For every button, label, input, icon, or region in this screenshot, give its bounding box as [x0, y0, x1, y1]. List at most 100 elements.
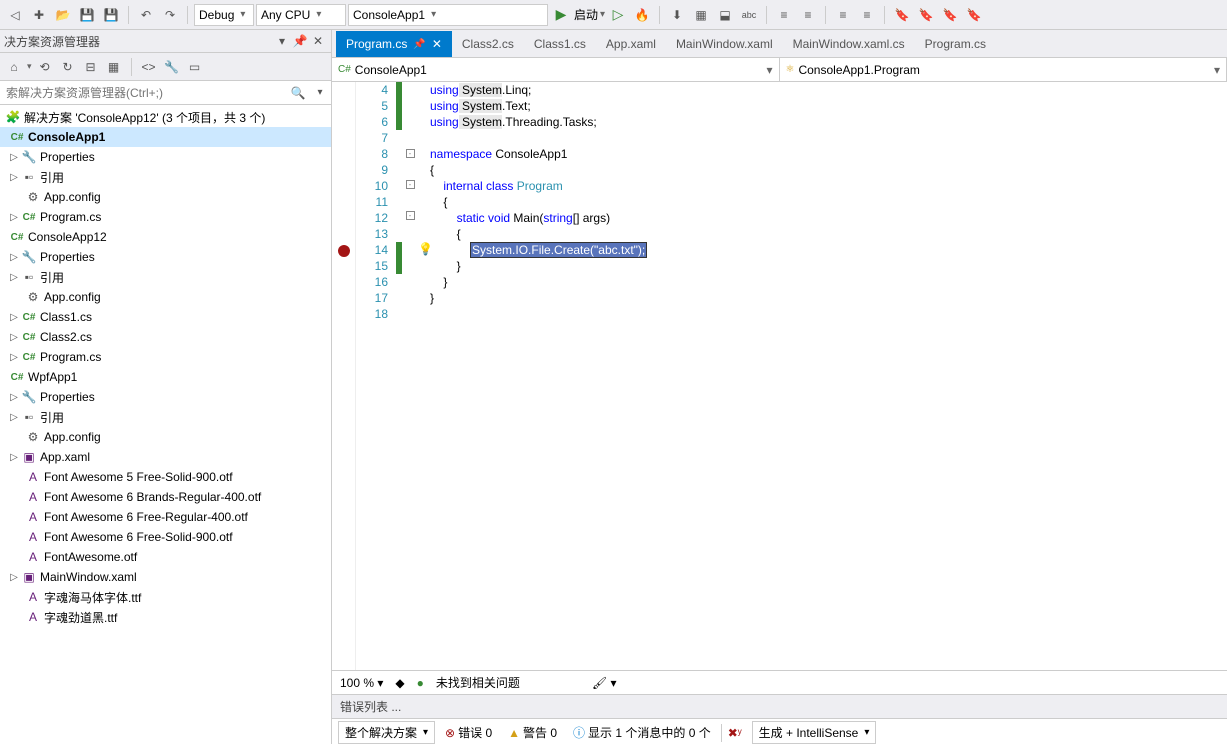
collapse-icon[interactable]: ⊟	[81, 57, 101, 77]
tab-class1[interactable]: Class1.cs	[524, 31, 596, 57]
breakpoint-icon[interactable]	[338, 245, 350, 257]
error-lens-icon[interactable]: ◆	[395, 676, 404, 690]
tree-properties[interactable]: ▷🔧Properties	[0, 247, 331, 267]
zoom-dropdown[interactable]: 100 % ▾	[340, 676, 383, 690]
error-list-panel: 错误列表 ... 整个解决方案 ⊗错误 0 ▲警告 0 ⓘ显示 1 个消息中的 …	[332, 694, 1227, 744]
fold-icon[interactable]: -	[406, 180, 415, 189]
nav-project-dropdown[interactable]: C#ConsoleApp1	[332, 58, 780, 81]
breakpoint-gutter[interactable]	[332, 82, 356, 670]
messages-filter[interactable]: ⓘ显示 1 个消息中的 0 个	[567, 722, 717, 743]
tree-mainwindow[interactable]: ▷▣MainWindow.xaml	[0, 567, 331, 587]
fold-icon[interactable]: -	[406, 211, 415, 220]
tree-font[interactable]: AFontAwesome.otf	[0, 547, 331, 567]
tree-font[interactable]: AFont Awesome 6 Free-Solid-900.otf	[0, 527, 331, 547]
preview-icon[interactable]: ▭	[185, 57, 205, 77]
launch-no-debug-icon[interactable]: ▷	[607, 4, 629, 26]
warnings-filter[interactable]: ▲警告 0	[502, 722, 563, 743]
panel-close-icon[interactable]: ✕	[309, 34, 327, 48]
tab-appxaml[interactable]: App.xaml	[596, 31, 666, 57]
platform-dropdown[interactable]: Any CPU	[256, 4, 346, 26]
tree-appconfig[interactable]: ⚙App.config	[0, 187, 331, 207]
tree-font[interactable]: A字魂海马体字体.ttf	[0, 587, 331, 607]
project-wpfapp1[interactable]: C#WpfApp1	[0, 367, 331, 387]
outdent-icon[interactable]: ≡	[773, 4, 795, 26]
fold-icon[interactable]: -	[406, 149, 415, 158]
tab-mainwindow-xaml[interactable]: MainWindow.xaml	[666, 31, 783, 57]
open-icon[interactable]: 📂	[52, 4, 74, 26]
save-all-icon[interactable]: 💾	[100, 4, 122, 26]
tree-references[interactable]: ▷▪▫引用	[0, 167, 331, 187]
tab-program-cs-2[interactable]: Program.cs	[915, 31, 996, 57]
properties-icon[interactable]: 🔧	[162, 57, 182, 77]
tree-font[interactable]: AFont Awesome 5 Free-Solid-900.otf	[0, 467, 331, 487]
build-filter[interactable]: ✖ʸ	[721, 724, 748, 742]
intellisense-dropdown[interactable]: 生成 + IntelliSense	[752, 721, 877, 744]
bookmark-prev-icon[interactable]: 🔖	[915, 4, 937, 26]
tree-appxaml[interactable]: ▷▣App.xaml	[0, 447, 331, 467]
home-icon[interactable]: ⌂	[4, 57, 24, 77]
save-icon[interactable]: 💾	[76, 4, 98, 26]
refresh-icon[interactable]: ↻	[58, 57, 78, 77]
tree-font[interactable]: A字魂劲道黑.ttf	[0, 607, 331, 627]
uncomment-icon[interactable]: ≡	[856, 4, 878, 26]
hot-reload-icon[interactable]: 🔥	[631, 4, 653, 26]
solution-search-input[interactable]	[0, 86, 287, 100]
redo-icon[interactable]: ↷	[159, 4, 181, 26]
editor-area: Program.cs 📌 ✕ Class2.cs Class1.cs App.xam…	[332, 30, 1227, 744]
solution-root[interactable]: 🧩解决方案 'ConsoleApp12' (3 个项目，共 3 个)	[0, 107, 331, 127]
bookmark-next-icon[interactable]: 🔖	[939, 4, 961, 26]
panel-pin-icon[interactable]: 📌	[291, 34, 309, 48]
startup-dropdown[interactable]: ConsoleApp1	[348, 4, 548, 26]
new-item-icon[interactable]: ✚	[28, 4, 50, 26]
bookmark-clear-icon[interactable]: 🔖	[963, 4, 985, 26]
error-scope-dropdown[interactable]: 整个解决方案	[338, 721, 435, 744]
editor-tabs: Program.cs 📌 ✕ Class2.cs Class1.cs App.xam…	[332, 30, 1227, 58]
close-icon[interactable]: ✕	[432, 37, 442, 51]
code-editor[interactable]: 456789101112131415161718 - - - 💡 using S…	[332, 82, 1227, 670]
brush-icon[interactable]: 🖌 ▾	[592, 676, 617, 690]
step-icon[interactable]: ⬇	[666, 4, 688, 26]
show-all-icon[interactable]: ▦	[104, 57, 124, 77]
nav-back-icon[interactable]: ◁	[4, 4, 26, 26]
nav-class-dropdown[interactable]: ⚛ConsoleApp1.Program	[780, 58, 1227, 81]
launch-button[interactable]: ▶	[550, 4, 572, 26]
comment-icon[interactable]: ≡	[832, 4, 854, 26]
project-consoleapp12[interactable]: C#ConsoleApp12	[0, 227, 331, 247]
undo-icon[interactable]: ↶	[135, 4, 157, 26]
layout-icon[interactable]: ▦	[690, 4, 712, 26]
tree-programcs[interactable]: ▷C#Program.cs	[0, 347, 331, 367]
fold-column[interactable]: - - -	[402, 82, 418, 670]
error-list-toolbar: 整个解决方案 ⊗错误 0 ▲警告 0 ⓘ显示 1 个消息中的 0 个 ✖ʸ 生成…	[332, 718, 1227, 744]
indent-icon[interactable]: ≡	[797, 4, 819, 26]
line-numbers: 456789101112131415161718	[356, 82, 396, 670]
tab-program-cs[interactable]: Program.cs📌✕	[336, 31, 452, 57]
tree-font[interactable]: AFont Awesome 6 Free-Regular-400.otf	[0, 507, 331, 527]
tree-class2[interactable]: ▷C#Class2.cs	[0, 327, 331, 347]
tree-references[interactable]: ▷▪▫引用	[0, 267, 331, 287]
tree-programcs[interactable]: ▷C#Program.cs	[0, 207, 331, 227]
code-icon[interactable]: <>	[139, 57, 159, 77]
solution-explorer-panel: 决方案资源管理器 ▾ 📌 ✕ ⌂ ▾ ⟲ ↻ ⊟ ▦ <> 🔧 ▭ 🔍 ▾ 🧩解…	[0, 30, 332, 744]
tree-font[interactable]: AFont Awesome 6 Brands-Regular-400.otf	[0, 487, 331, 507]
tab-mainwindow-cs[interactable]: MainWindow.xaml.cs	[783, 31, 915, 57]
tree-properties[interactable]: ▷🔧Properties	[0, 147, 331, 167]
panel-dropdown-icon[interactable]: ▾	[273, 34, 291, 48]
tree-references[interactable]: ▷▪▫引用	[0, 407, 331, 427]
errors-filter[interactable]: ⊗错误 0	[439, 722, 498, 743]
pin-icon[interactable]: 📌	[413, 39, 425, 50]
tool1-icon[interactable]: ⬓	[714, 4, 736, 26]
code-content[interactable]: using System.Linq; using System.Text; us…	[430, 82, 1227, 670]
project-consoleapp1[interactable]: C#ConsoleApp1	[0, 127, 331, 147]
tree-class1[interactable]: ▷C#Class1.cs	[0, 307, 331, 327]
sync-icon[interactable]: ⟲	[35, 57, 55, 77]
tree-appconfig[interactable]: ⚙App.config	[0, 427, 331, 447]
bookmark-icon[interactable]: 🔖	[891, 4, 913, 26]
config-dropdown[interactable]: Debug	[194, 4, 254, 26]
search-dropdown-icon[interactable]: ▾	[309, 87, 331, 98]
tool2-icon[interactable]: abc	[738, 4, 760, 26]
lightbulb-icon[interactable]: 💡	[418, 242, 430, 256]
tree-properties[interactable]: ▷🔧Properties	[0, 387, 331, 407]
search-icon[interactable]: 🔍	[287, 86, 309, 100]
tab-class2[interactable]: Class2.cs	[452, 31, 524, 57]
tree-appconfig[interactable]: ⚙App.config	[0, 287, 331, 307]
